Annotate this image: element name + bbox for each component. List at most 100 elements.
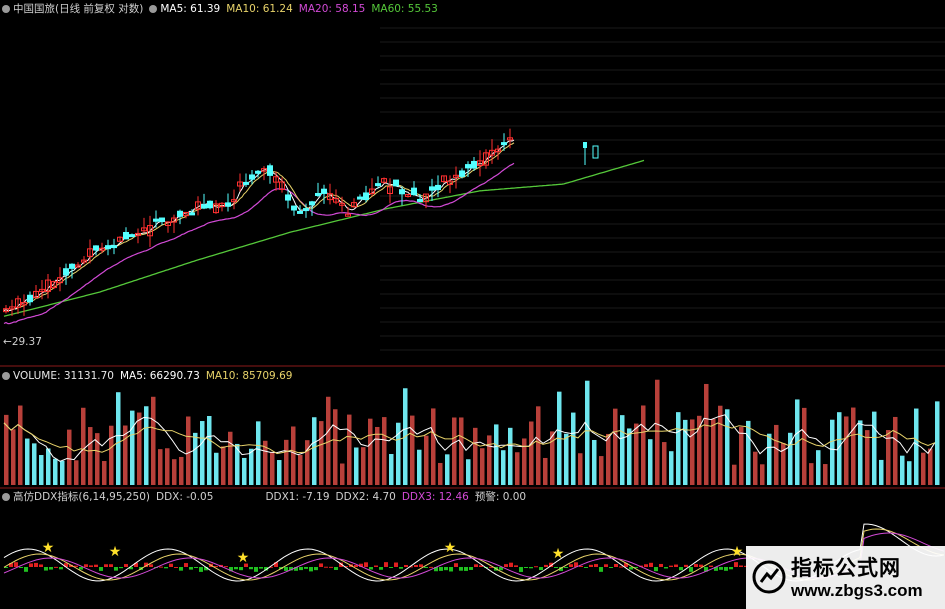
ddx-bar	[84, 564, 88, 567]
alert-star-icon: ★	[109, 544, 122, 560]
volume-bars	[4, 379, 940, 485]
ddx-bar	[524, 567, 528, 568]
price-legend: 中国国旅(日线 前复权 对数) MA5: 61.39 MA10: 61.24 MA20…	[2, 2, 444, 16]
ddx-bar	[249, 567, 253, 570]
ddx-bar	[399, 567, 403, 569]
volume-bar	[501, 450, 506, 485]
ddx-bar	[149, 564, 153, 567]
ddx-bar	[34, 562, 38, 567]
candle-body	[363, 192, 369, 201]
volume-bar	[417, 449, 422, 485]
candle-body	[459, 170, 465, 177]
candle-body	[375, 183, 381, 187]
volume-bar	[536, 406, 541, 485]
volume-bar	[74, 460, 79, 485]
volume-settings-dot-icon[interactable]	[2, 372, 10, 380]
volume-ma5-value: MA5: 66290.73	[119, 370, 200, 382]
ddx-bar	[654, 567, 658, 572]
ddx-bar	[89, 565, 93, 567]
ddx-bar	[584, 567, 588, 568]
volume-bar	[270, 451, 275, 485]
ddx-bar	[304, 567, 308, 569]
ddx-value: DDX: -0.05	[156, 491, 214, 503]
ma20-value: MA20: 58.15	[298, 3, 366, 15]
candle-body	[357, 196, 363, 200]
volume-ma10-value: MA10: 85709.69	[205, 370, 293, 382]
volume-bar	[844, 416, 849, 485]
candle-body	[255, 170, 261, 174]
volume-bar	[333, 409, 338, 485]
volume-bar	[914, 408, 919, 485]
candle-body	[411, 187, 417, 196]
ddx-bar	[444, 567, 448, 571]
volume-bar	[228, 431, 233, 485]
ddx-bar	[299, 567, 303, 571]
volume-bar	[200, 421, 205, 485]
ddx-bar	[109, 564, 113, 567]
candle-body	[435, 184, 441, 191]
ddx-bar	[94, 564, 98, 567]
ddx-bar	[529, 567, 533, 569]
candle-body	[285, 194, 291, 201]
settings-dot-icon[interactable]	[2, 5, 10, 13]
volume-bar	[319, 421, 324, 485]
volume-bar	[312, 417, 317, 485]
ddx-bar	[674, 564, 678, 567]
ddx-bar	[124, 564, 128, 567]
volume-bar	[81, 407, 86, 485]
ddx-bar	[184, 563, 188, 567]
volume-bar	[907, 461, 912, 485]
volume-bar	[165, 448, 170, 485]
candle-body	[393, 179, 399, 187]
ddx-bar	[419, 564, 423, 567]
ddx-bar	[364, 562, 368, 567]
candle-body	[207, 200, 213, 209]
ddx-bar	[99, 567, 103, 571]
candle-body	[471, 160, 477, 169]
ddx-title: 高仿DDX指标(6,14,95,250)	[13, 491, 151, 503]
volume-bar	[452, 417, 457, 485]
ddx-bar	[104, 564, 108, 567]
ddx-bar	[24, 567, 28, 572]
volume-value: VOLUME: 31131.70	[13, 370, 114, 382]
ddx-bar	[39, 564, 43, 567]
ddx-settings-dot-icon[interactable]	[2, 493, 10, 501]
candle-body	[267, 165, 273, 176]
volume-bar	[858, 420, 863, 485]
volume-bar	[879, 459, 884, 485]
ddx-bar	[309, 567, 313, 572]
ddx-bar	[44, 567, 48, 571]
volume-bar	[774, 424, 779, 485]
ddx-bar	[544, 564, 548, 567]
ddx-legend: 高仿DDX指标(6,14,95,250) DDX: -0.05 DDX1: -7.1…	[2, 490, 532, 504]
volume-bar	[921, 452, 926, 485]
ddx-bar	[389, 567, 393, 568]
alert-star-icon: ★	[552, 546, 565, 562]
ddx-bar	[239, 567, 243, 571]
volume-bar	[291, 426, 296, 485]
ddx-bar	[379, 567, 383, 570]
candle-body	[399, 189, 405, 195]
ddx-bar	[414, 565, 418, 567]
ddx-bar	[554, 567, 558, 568]
candle-body	[315, 192, 321, 196]
ddx-bar	[169, 563, 173, 567]
ddx-bar	[404, 564, 408, 567]
volume-bar	[900, 455, 905, 485]
watermark-title: 指标公式网	[791, 556, 901, 580]
ddx-bar	[519, 567, 523, 572]
volume-bar	[361, 447, 366, 485]
candle-body	[297, 210, 303, 214]
volume-bar	[53, 458, 58, 485]
ddx-bar	[259, 567, 263, 569]
ddx-bar	[114, 567, 118, 571]
candle-body	[417, 198, 423, 202]
volume-bar	[277, 460, 282, 485]
volume-bar	[746, 420, 751, 485]
ddx-bar	[509, 562, 513, 567]
volume-bar	[11, 429, 16, 485]
ma-toggle-dot-icon[interactable]	[149, 5, 158, 13]
volume-bar	[627, 428, 632, 485]
volume-bar	[102, 461, 107, 485]
ddx-bar	[164, 567, 168, 569]
